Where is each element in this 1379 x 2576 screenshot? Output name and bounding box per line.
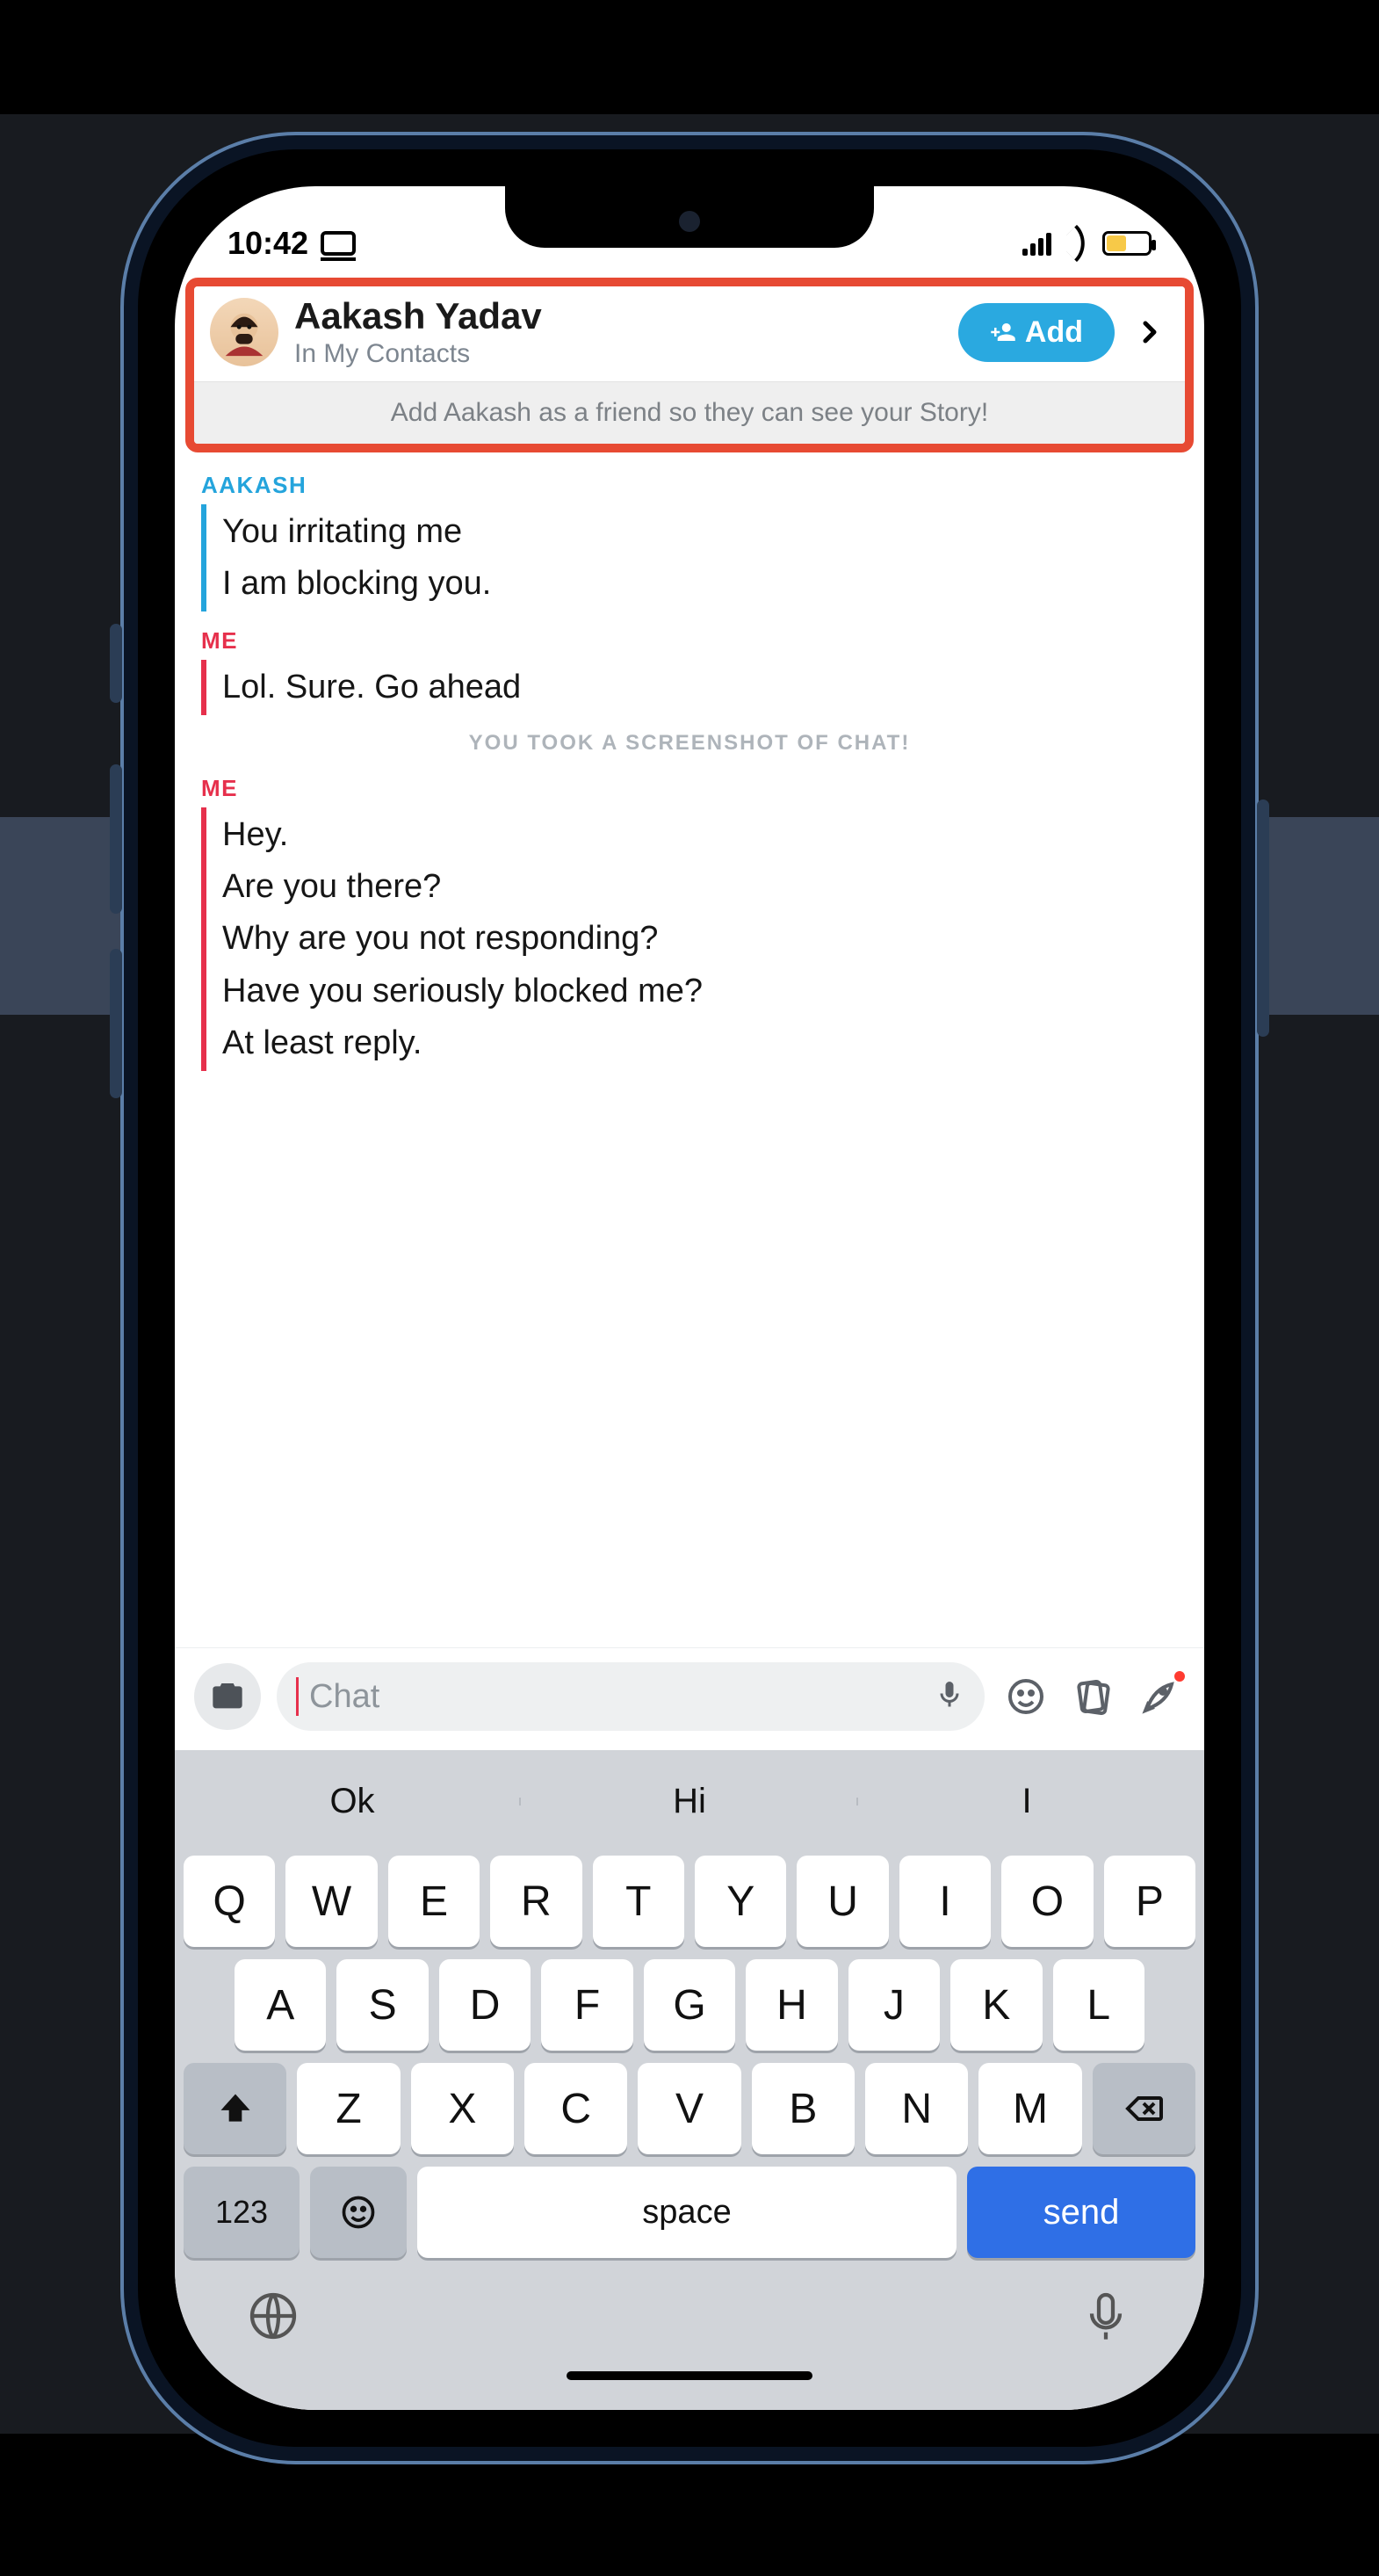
message-line: Have you seriously blocked me? [222,966,1178,1017]
key-x[interactable]: X [411,2063,514,2154]
message-line: You irritating me [222,506,1178,558]
prediction-row: Ok Hi I [184,1759,1195,1843]
key-u[interactable]: U [797,1856,888,1947]
notch [505,186,874,248]
emoji-icon [339,2193,378,2232]
key-space[interactable]: space [417,2167,957,2258]
mic-icon [1078,2288,1134,2344]
chat-body[interactable]: AAKASH You irritating me I am blocking y… [175,452,1204,1647]
mic-icon[interactable] [934,1679,965,1715]
phone-frame: 10:42 [120,132,1259,2464]
key-send[interactable]: send [967,2167,1195,2258]
input-row: Chat [175,1647,1204,1750]
message-line: At least reply. [222,1017,1178,1069]
key-shift[interactable] [184,2063,286,2154]
message-line: Lol. Sure. Go ahead [222,662,1178,713]
sender-label-me: ME [201,775,1178,802]
system-note: YOU TOOK A SCREENSHOT OF CHAT! [201,731,1178,756]
rocket-icon [1138,1675,1180,1718]
key-g[interactable]: G [644,1959,735,2051]
message-block-other: You irritating me I am blocking you. [201,504,1178,611]
message-line: Are you there? [222,861,1178,913]
key-emoji[interactable] [310,2167,407,2258]
gallery-icon [1072,1675,1114,1718]
key-l[interactable]: L [1053,1959,1144,2051]
chat-input[interactable]: Chat [277,1662,985,1731]
sleep-mode-icon [321,231,356,256]
camera-button[interactable] [194,1663,261,1730]
battery-icon [1102,231,1152,256]
volume-up-button [110,764,122,914]
key-h[interactable]: H [746,1959,837,2051]
keyboard: Ok Hi I Q W E R T Y U I O P [175,1750,1204,2410]
key-q[interactable]: Q [184,1856,275,1947]
cellular-signal-icon [1022,231,1051,256]
status-time: 10:42 [227,225,308,262]
camera-icon [210,1679,245,1714]
key-z[interactable]: Z [297,2063,400,2154]
sender-label-other: AAKASH [201,472,1178,499]
dictation-button[interactable] [1078,2288,1134,2348]
key-k[interactable]: K [950,1959,1042,2051]
mute-switch [110,624,122,703]
sender-label-me: ME [201,627,1178,655]
smiley-button[interactable] [1000,1671,1051,1722]
key-r[interactable]: R [490,1856,581,1947]
gallery-button[interactable] [1067,1671,1118,1722]
key-d[interactable]: D [439,1959,531,2051]
key-a[interactable]: A [235,1959,326,2051]
message-block-me: Hey. Are you there? Why are you not resp… [201,807,1178,1070]
message-line: I am blocking you. [222,558,1178,610]
globe-button[interactable] [245,2288,301,2348]
add-button-label: Add [1025,315,1083,350]
chevron-right-icon[interactable] [1130,313,1169,351]
add-friend-button[interactable]: Add [958,303,1115,362]
key-m[interactable]: M [978,2063,1081,2154]
key-backspace[interactable] [1093,2063,1195,2154]
prediction-item[interactable]: Ok [184,1782,521,1821]
wifi-icon [1064,230,1090,257]
key-t[interactable]: T [593,1856,684,1947]
rocket-button[interactable] [1134,1671,1185,1722]
key-i[interactable]: I [899,1856,991,1947]
key-j[interactable]: J [848,1959,940,2051]
add-friend-banner[interactable]: Add Aakash as a friend so they can see y… [194,381,1185,444]
avatar[interactable] [210,298,278,366]
key-n[interactable]: N [865,2063,968,2154]
smiley-icon [1005,1675,1047,1718]
key-s[interactable]: S [336,1959,428,2051]
screen: 10:42 [175,186,1204,2410]
header-highlight: Aakash Yadav In My Contacts Add Add Aaka… [185,278,1194,452]
globe-icon [245,2288,301,2344]
home-indicator[interactable] [567,2371,812,2380]
contact-subtitle: In My Contacts [294,339,942,369]
bitmoji-icon [217,305,271,359]
prediction-item[interactable]: Hi [521,1782,858,1821]
shift-icon [216,2089,255,2128]
key-y[interactable]: Y [695,1856,786,1947]
key-e[interactable]: E [388,1856,480,1947]
contact-name: Aakash Yadav [294,295,942,337]
power-button [1257,800,1269,1037]
backspace-icon [1123,2088,1165,2130]
prediction-item[interactable]: I [858,1782,1195,1821]
key-v[interactable]: V [638,2063,740,2154]
chat-placeholder: Chat [309,1678,923,1716]
notification-dot [1174,1671,1185,1682]
key-numbers[interactable]: 123 [184,2167,300,2258]
key-o[interactable]: O [1001,1856,1093,1947]
add-person-icon [990,319,1016,345]
key-p[interactable]: P [1104,1856,1195,1947]
key-f[interactable]: F [541,1959,632,2051]
key-b[interactable]: B [752,2063,855,2154]
message-block-me: Lol. Sure. Go ahead [201,660,1178,715]
volume-down-button [110,949,122,1098]
key-w[interactable]: W [285,1856,377,1947]
chat-header[interactable]: Aakash Yadav In My Contacts Add [194,286,1185,381]
text-cursor [296,1677,299,1716]
key-c[interactable]: C [524,2063,627,2154]
message-line: Why are you not responding? [222,913,1178,965]
message-line: Hey. [222,809,1178,861]
